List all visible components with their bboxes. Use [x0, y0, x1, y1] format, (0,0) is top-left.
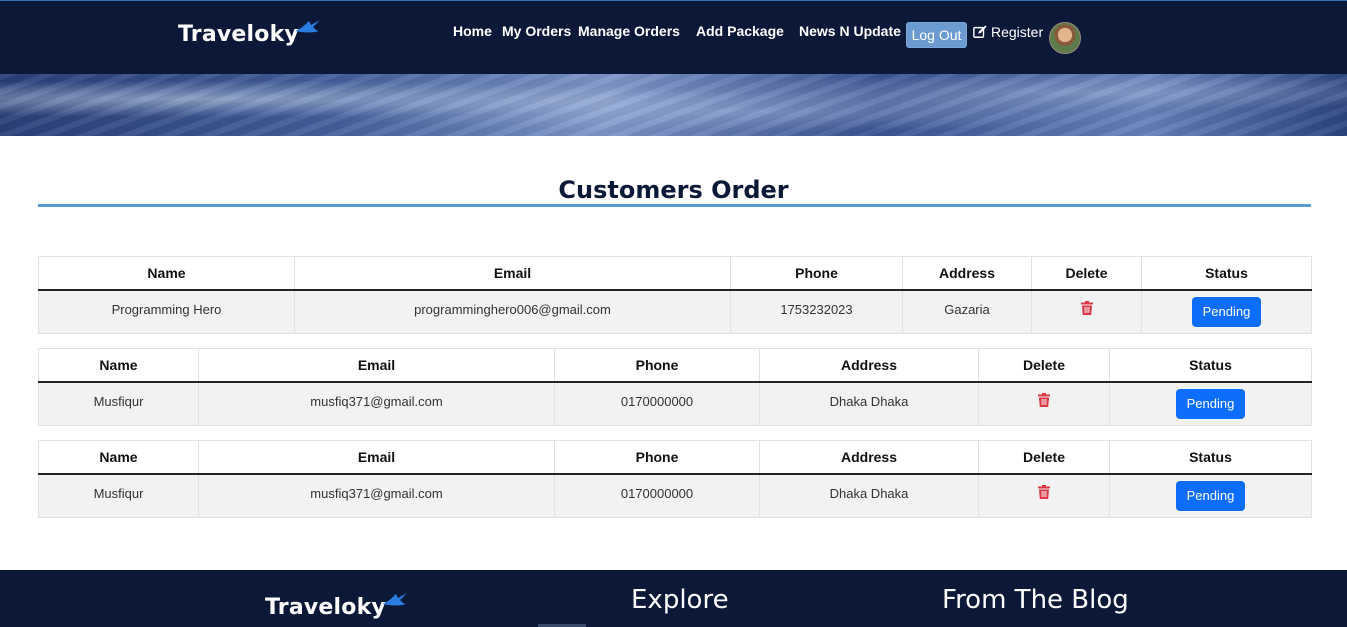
header-delete: Delete — [1031, 256, 1142, 291]
cell-delete — [1031, 289, 1142, 334]
footer-brand-name: Traveloky — [265, 595, 386, 620]
footer-heading-blog: From The Blog — [942, 585, 1129, 615]
cell-phone: 0170000000 — [554, 381, 760, 426]
header-status: Status — [1141, 256, 1312, 291]
header-name: Name — [38, 256, 295, 291]
trash-icon[interactable] — [1038, 392, 1050, 407]
header-status: Status — [1109, 348, 1312, 383]
header-delete: Delete — [978, 440, 1110, 475]
bird-logo-icon — [381, 593, 407, 606]
cell-email: musfiq371@gmail.com — [198, 473, 555, 518]
register-link[interactable]: Register — [973, 24, 1043, 40]
logout-button[interactable]: Log Out — [906, 22, 967, 48]
nav-add-package[interactable]: Add Package — [696, 23, 784, 39]
header-address: Address — [902, 256, 1032, 291]
header-email: Email — [294, 256, 731, 291]
register-label: Register — [991, 24, 1044, 40]
header-name: Name — [38, 348, 199, 383]
cell-address: Dhaka Dhaka — [759, 473, 979, 518]
cell-name: Musfiqur — [38, 381, 199, 426]
brand-logo[interactable]: Traveloky — [178, 19, 321, 47]
cell-phone: 0170000000 — [554, 473, 760, 518]
header-phone: Phone — [554, 440, 760, 475]
table-row: Musfiqur musfiq371@gmail.com 0170000000 … — [38, 473, 1312, 518]
cell-name: Musfiqur — [38, 473, 199, 518]
trash-icon[interactable] — [1038, 484, 1050, 499]
edit-icon — [973, 25, 987, 38]
order-table-2: Name Email Phone Address Delete Status M… — [38, 348, 1312, 426]
page-title: Customers Order — [558, 176, 789, 204]
header-delete: Delete — [978, 348, 1110, 383]
table-header-row: Name Email Phone Address Delete Status — [38, 440, 1312, 475]
table-header-row: Name Email Phone Address Delete Status — [38, 256, 1312, 291]
table-header-row: Name Email Phone Address Delete Status — [38, 348, 1312, 383]
footer-brand-logo[interactable]: Traveloky — [265, 592, 408, 620]
pending-status-button[interactable]: Pending — [1175, 480, 1246, 511]
cell-address: Dhaka Dhaka — [759, 381, 979, 426]
footer: Traveloky Explore From The Blog — [0, 570, 1347, 627]
cell-name: Programming Hero — [38, 289, 295, 334]
header-email: Email — [198, 348, 555, 383]
cell-address: Gazaria — [902, 289, 1032, 334]
trash-icon[interactable] — [1080, 300, 1093, 315]
pending-status-button[interactable]: Pending — [1191, 296, 1262, 327]
brand-name: Traveloky — [178, 22, 299, 47]
header-name: Name — [38, 440, 199, 475]
header-email: Email — [198, 440, 555, 475]
nav-manage-orders[interactable]: Manage Orders — [578, 23, 680, 39]
order-table-3: Name Email Phone Address Delete Status M… — [38, 440, 1312, 518]
cell-email: musfiq371@gmail.com — [198, 381, 555, 426]
nav-home[interactable]: Home — [453, 23, 492, 39]
header-address: Address — [759, 348, 979, 383]
header-phone: Phone — [730, 256, 903, 291]
navbar: Traveloky Home My Orders Manage Orders A… — [0, 0, 1347, 74]
table-row: Programming Hero programminghero006@gmai… — [38, 289, 1312, 334]
cell-status: Pending — [1109, 473, 1312, 518]
cell-delete — [978, 473, 1110, 518]
cell-phone: 1753232023 — [730, 289, 903, 334]
pending-status-button[interactable]: Pending — [1175, 388, 1246, 419]
table-row: Musfiqur musfiq371@gmail.com 0170000000 … — [38, 381, 1312, 426]
footer-heading-explore: Explore — [631, 585, 729, 615]
nav-news-n-update[interactable]: News N Update — [799, 23, 901, 39]
cell-status: Pending — [1109, 381, 1312, 426]
header-status: Status — [1109, 440, 1312, 475]
bird-logo-icon — [294, 20, 320, 33]
user-avatar[interactable] — [1049, 22, 1081, 54]
cell-status: Pending — [1141, 289, 1312, 334]
hero-banner — [0, 74, 1347, 136]
order-table-1: Name Email Phone Address Delete Status P… — [38, 256, 1312, 334]
title-divider — [38, 204, 1311, 207]
header-address: Address — [759, 440, 979, 475]
cell-delete — [978, 381, 1110, 426]
header-phone: Phone — [554, 348, 760, 383]
cell-email: programminghero006@gmail.com — [294, 289, 731, 334]
nav-my-orders[interactable]: My Orders — [502, 23, 571, 39]
